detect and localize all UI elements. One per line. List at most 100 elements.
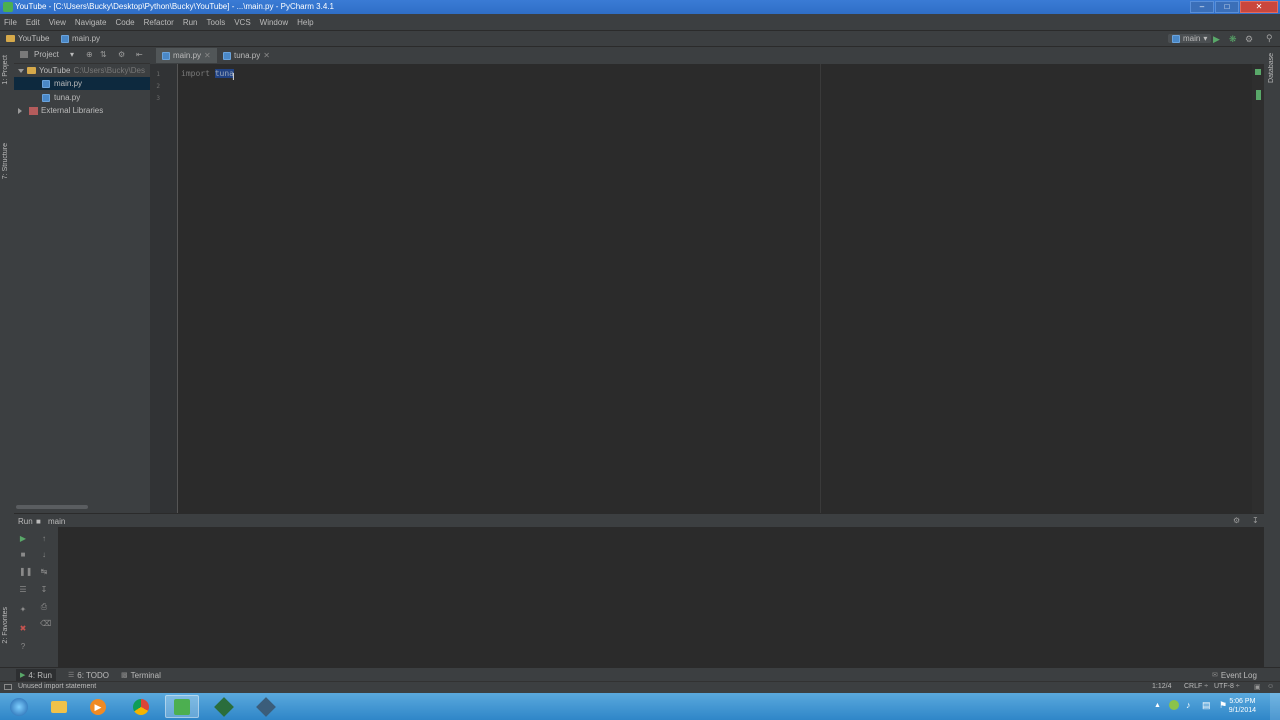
run-toolbar: ▶ ↑ ■ ↓ ❚❚ ↹ ☰ ↧ ✦ ⎙ ⌫ ✖ ? xyxy=(14,527,58,667)
pin-icon[interactable]: ✦ xyxy=(19,606,27,614)
project-tool-tab[interactable]: 1: Project xyxy=(2,55,9,85)
print-icon[interactable]: ⎙ xyxy=(40,603,48,611)
tab-tuna-py[interactable]: tuna.py ✕ xyxy=(217,48,276,63)
taskbar-clock[interactable]: 5:06 PM 9/1/2014 xyxy=(1229,697,1256,715)
menu-window[interactable]: Window xyxy=(260,18,288,27)
scrollbar-thumb[interactable] xyxy=(1256,90,1261,100)
tree-item-external-libraries[interactable]: External Libraries xyxy=(14,104,154,117)
project-view-selector[interactable]: Project xyxy=(34,50,59,59)
file-encoding[interactable]: UTF-8 ÷ xyxy=(1214,683,1240,690)
close-button[interactable]: ✕ xyxy=(1240,1,1278,13)
show-hidden-icons[interactable]: ▲ xyxy=(1154,702,1161,709)
down-arrow-icon[interactable]: ↓ xyxy=(40,551,48,559)
tray-app-icon[interactable] xyxy=(1169,700,1179,710)
taskbar-explorer[interactable] xyxy=(42,695,76,718)
caret-position[interactable]: 1:12/4 xyxy=(1152,683,1171,690)
pycharm-app-icon xyxy=(3,2,13,12)
soft-wrap-icon[interactable]: ↹ xyxy=(40,568,48,576)
lock-icon[interactable]: ▣ xyxy=(1254,683,1261,691)
close-icon[interactable]: ✖ xyxy=(19,625,27,633)
todo-icon: ☰ xyxy=(68,672,75,679)
collapse-all-icon[interactable]: ⇅ xyxy=(100,50,107,59)
tab-todo[interactable]: ☰ 6: TODO xyxy=(68,669,109,681)
menu-navigate[interactable]: Navigate xyxy=(75,18,107,27)
start-button[interactable] xyxy=(2,695,36,718)
run-config-selector[interactable]: main ▾ xyxy=(1168,34,1212,43)
debug-icon[interactable]: ❋ xyxy=(1229,34,1237,45)
taskbar-app[interactable] xyxy=(207,695,241,718)
network-icon[interactable]: ▤ xyxy=(1202,700,1211,711)
run-icon: ▶ xyxy=(20,672,26,679)
clear-all-icon[interactable]: ⌫ xyxy=(40,620,51,628)
code-editor[interactable] xyxy=(178,64,1252,513)
flag-icon[interactable]: ⚑ xyxy=(1219,700,1227,711)
menu-tools[interactable]: Tools xyxy=(207,18,226,27)
taskbar-pycharm[interactable] xyxy=(165,695,199,718)
inspector-icon[interactable]: ☺ xyxy=(1267,683,1274,690)
database-tool-tab[interactable]: Database xyxy=(1268,53,1275,83)
show-desktop-button[interactable] xyxy=(1270,693,1280,720)
gear-icon[interactable]: ⚙ xyxy=(1233,516,1240,525)
taskbar-app-2[interactable] xyxy=(249,695,283,718)
help-icon[interactable]: ? xyxy=(19,643,27,651)
breadcrumb-file[interactable]: main.py xyxy=(61,34,100,43)
line-separator[interactable]: CRLF ÷ xyxy=(1184,683,1208,690)
line-number: 2 xyxy=(156,83,160,90)
title-bar: YouTube - [C:\Users\Bucky\Desktop\Python… xyxy=(0,0,1280,14)
menu-code[interactable]: Code xyxy=(115,18,134,27)
text-cursor-icon: I xyxy=(232,72,235,83)
hide-panel-icon[interactable]: ↧ xyxy=(1252,516,1259,525)
structure-tool-tab[interactable]: 7: Structure xyxy=(2,143,9,179)
menu-view[interactable]: View xyxy=(49,18,66,27)
tab-event-log[interactable]: ✉ Event Log xyxy=(1212,669,1257,681)
code-line-1[interactable]: import tuna xyxy=(181,69,234,78)
run-icon[interactable]: ▶ xyxy=(1213,34,1220,45)
rerun-icon[interactable]: ▶ xyxy=(19,535,27,543)
menu-vcs[interactable]: VCS xyxy=(234,18,250,27)
menu-file[interactable]: File xyxy=(4,18,17,27)
gear-icon[interactable]: ⚙ xyxy=(118,50,125,59)
menu-refactor[interactable]: Refactor xyxy=(144,18,174,27)
hide-panel-icon[interactable]: ⇤ xyxy=(136,50,143,59)
close-tab-icon[interactable]: ✕ xyxy=(263,51,270,60)
python-file-icon: ■ xyxy=(36,517,41,526)
app-icon xyxy=(256,696,276,717)
minimize-button[interactable]: – xyxy=(1190,1,1214,13)
up-arrow-icon[interactable]: ↑ xyxy=(40,535,48,543)
tab-main-py[interactable]: main.py ✕ xyxy=(156,48,217,63)
tab-terminal[interactable]: ▩ Terminal xyxy=(121,669,161,681)
folder-icon xyxy=(51,700,67,713)
python-file-icon xyxy=(162,51,170,60)
editor-tabs: main.py ✕ tuna.py ✕ xyxy=(150,47,1280,65)
breadcrumb-project[interactable]: YouTube xyxy=(6,34,49,43)
run-config-tab[interactable]: main xyxy=(48,517,65,526)
close-tab-icon[interactable]: ✕ xyxy=(204,51,211,60)
window-title: YouTube - [C:\Users\Bucky\Desktop\Python… xyxy=(15,2,334,11)
chevron-down-icon[interactable]: ▾ xyxy=(70,50,74,59)
toggle-tool-windows-icon[interactable] xyxy=(4,684,12,690)
menu-help[interactable]: Help xyxy=(297,18,313,27)
favorites-tool-tab[interactable]: 2: Favorites xyxy=(2,607,9,644)
taskbar-media-player[interactable]: ▶ xyxy=(81,695,115,718)
scroll-to-end-icon[interactable]: ↧ xyxy=(40,586,48,594)
horizontal-scrollbar[interactable] xyxy=(16,505,88,509)
search-icon[interactable]: ⚲ xyxy=(1266,33,1273,44)
taskbar-chrome[interactable] xyxy=(124,695,158,718)
volume-icon[interactable]: ♪ xyxy=(1186,700,1191,710)
pause-icon[interactable]: ❚❚ xyxy=(19,568,32,576)
run-panel-title: Run xyxy=(18,517,33,526)
maximize-button[interactable]: □ xyxy=(1215,1,1239,13)
tree-item-youtube[interactable]: YouTube C:\Users\Bucky\Des xyxy=(14,64,154,77)
scroll-from-source-icon[interactable]: ⊕ xyxy=(86,50,93,59)
terminal-icon: ▩ xyxy=(121,672,128,679)
run-console[interactable] xyxy=(14,527,1264,667)
app-icon xyxy=(214,696,234,717)
stop-icon[interactable]: ■ xyxy=(19,551,27,559)
dump-threads-icon[interactable]: ☰ xyxy=(19,586,27,594)
collapsed-arrow-icon xyxy=(18,107,22,114)
coverage-icon[interactable]: ⚙ xyxy=(1245,34,1253,45)
menu-run[interactable]: Run xyxy=(183,18,198,27)
tab-run[interactable]: ▶ 4: Run xyxy=(16,669,56,681)
inspection-status-icon[interactable] xyxy=(1255,69,1261,75)
menu-edit[interactable]: Edit xyxy=(26,18,40,27)
